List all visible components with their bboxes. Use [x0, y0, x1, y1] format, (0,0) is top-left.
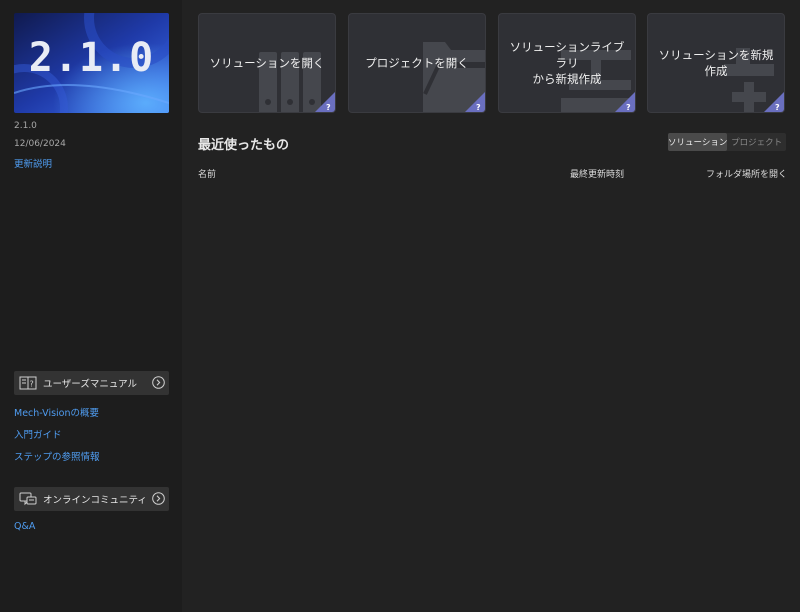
sidebar: 2.1.0 2.1.0 12/06/2024 更新説明 ? ユーザーズマニュアル… — [0, 0, 182, 612]
open-solution-card[interactable]: ソリューションを開く ? — [198, 13, 336, 113]
column-last-modified[interactable]: 最終更新時刻 — [570, 167, 624, 180]
column-name[interactable]: 名前 — [198, 167, 216, 180]
chevron-right-icon[interactable] — [152, 492, 165, 505]
column-open-folder: フォルダ場所を開く — [706, 170, 788, 180]
help-icon[interactable]: ? — [615, 92, 635, 112]
svg-text:?: ? — [326, 103, 331, 112]
link-qa[interactable]: Q&A — [14, 521, 35, 532]
release-date: 12/06/2024 — [14, 139, 66, 149]
help-icon[interactable]: ? — [315, 92, 335, 112]
link-getting-started[interactable]: 入門ガイド — [14, 427, 62, 441]
svg-text:?: ? — [775, 103, 780, 112]
user-manual-label: ユーザーズマニュアル — [43, 379, 138, 390]
link-mech-vision-overview[interactable]: Mech-Visionの概要 — [14, 405, 99, 419]
banner-version-text: 2.1.0 — [28, 35, 155, 81]
chevron-right-icon[interactable] — [152, 376, 165, 389]
recent-type-toggle: ソリューション プロジェクト — [668, 133, 786, 151]
book-icon: ? — [19, 376, 37, 390]
link-step-reference[interactable]: ステップの参照情報 — [14, 449, 100, 463]
new-solution-card[interactable]: ソリューションを新規 作成 ? — [647, 13, 785, 113]
help-icon[interactable]: ? — [465, 92, 485, 112]
recent-title: 最近使ったもの — [198, 138, 290, 153]
version-banner: 2.1.0 — [14, 13, 169, 113]
user-manual-section[interactable]: ? ユーザーズマニュアル — [14, 371, 169, 395]
svg-text:?: ? — [30, 380, 34, 389]
release-notes-link[interactable]: 更新説明 — [14, 156, 52, 170]
help-icon[interactable]: ? — [764, 92, 784, 112]
online-community-section[interactable]: オンラインコミュニティ — [14, 487, 169, 511]
svg-text:?: ? — [626, 103, 631, 112]
chat-icon — [19, 492, 37, 506]
toggle-solution[interactable]: ソリューション — [668, 133, 728, 151]
online-community-label: オンラインコミュニティ — [43, 495, 147, 506]
toggle-project[interactable]: プロジェクト — [727, 133, 786, 151]
version-label: 2.1.0 — [14, 121, 37, 131]
new-from-library-card[interactable]: ソリューションライブラリ から新規作成 ? — [498, 13, 636, 113]
open-project-card[interactable]: プロジェクトを開く ? — [348, 13, 486, 113]
svg-text:?: ? — [476, 103, 481, 112]
